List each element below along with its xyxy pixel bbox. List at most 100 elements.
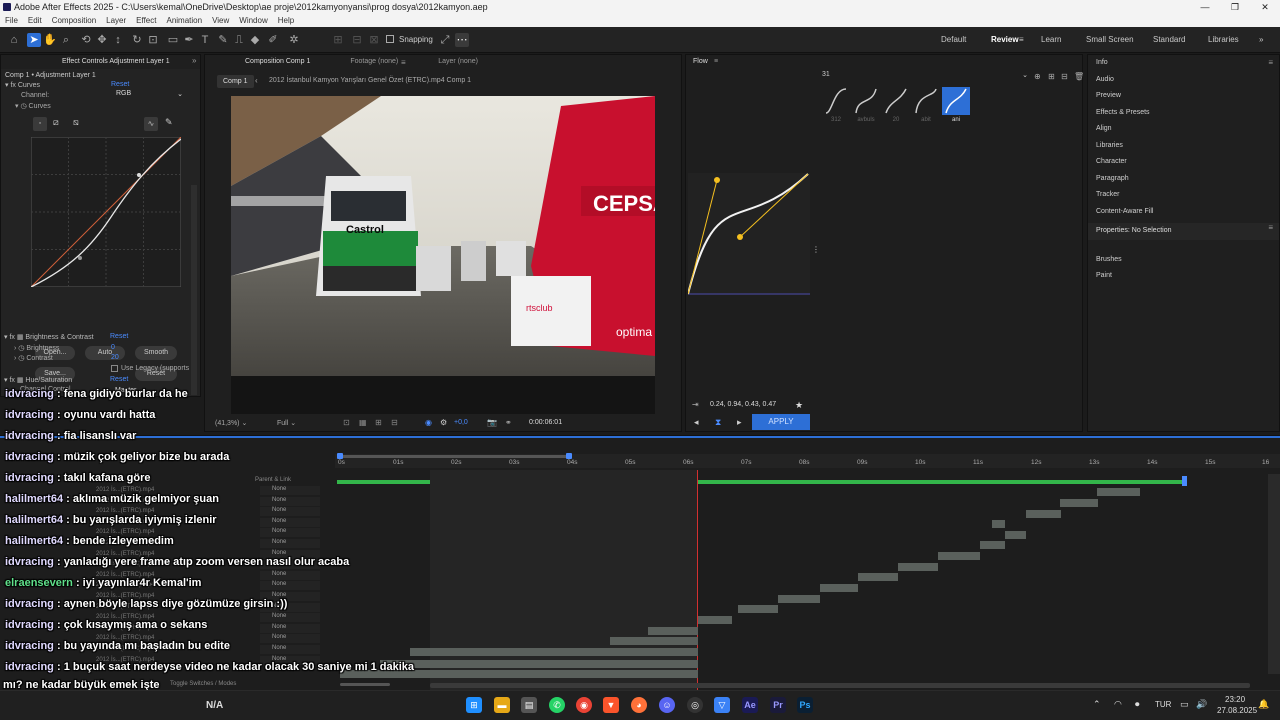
right-panel-menu-icon[interactable]: ≡	[1268, 58, 1273, 67]
flow-preset-selected[interactable]: ani	[942, 87, 970, 123]
premiere-pro-icon[interactable]: Pr	[770, 697, 786, 713]
clip-bar[interactable]	[648, 627, 698, 635]
flow-preset[interactable]: avbuls	[852, 87, 880, 123]
properties-menu-icon[interactable]: ≡	[1268, 223, 1273, 232]
clip-bar[interactable]	[778, 595, 820, 603]
dolly-tool-icon[interactable]: ↕	[111, 33, 125, 47]
panel-align[interactable]: Align	[1088, 121, 1279, 138]
workspace-more-icon[interactable]: »	[1259, 35, 1263, 44]
flow-folder-icon[interactable]: ⊞	[1048, 72, 1055, 81]
use-legacy-checkbox[interactable]	[111, 365, 118, 372]
menu-help[interactable]: Help	[278, 14, 294, 27]
flow-preset[interactable]: 20	[882, 87, 910, 123]
exposure-value[interactable]: +0,0	[454, 419, 468, 426]
panel-info[interactable]: Info	[1088, 55, 1279, 72]
timeline-horizontal-scrollbar[interactable]	[430, 683, 1250, 688]
channel-dropdown[interactable]: RGB ⌄	[116, 90, 186, 100]
panel-content-aware-fill[interactable]: Content-Aware Fill	[1088, 204, 1279, 221]
flow-preset[interactable]: abit	[912, 87, 940, 123]
breadcrumb-comp[interactable]: Comp 1	[217, 75, 254, 88]
hue-effect-header[interactable]: ▾ fx ▦ Hue/Saturation	[4, 376, 72, 384]
panel-brushes[interactable]: Brushes	[1088, 252, 1279, 269]
breadcrumb-nested-comp[interactable]: 2012 İstanbul Kamyon Yarışları Genel Öze…	[269, 77, 471, 84]
clip-bar[interactable]	[610, 637, 698, 645]
start-menu-icon[interactable]: ⊞	[466, 697, 482, 713]
selection-tool-icon[interactable]: ➤	[27, 33, 41, 47]
snap-grid-icon[interactable]: ⋯	[455, 33, 469, 47]
flow-copy-icon[interactable]: ⇥	[692, 400, 699, 409]
curve-draw-icon[interactable]: ✎	[165, 117, 173, 128]
menu-composition[interactable]: Composition	[52, 14, 96, 27]
clip-bar[interactable]	[698, 616, 732, 624]
file-explorer-icon[interactable]: ▬	[494, 697, 510, 713]
panel-menu-icon[interactable]: ≡	[401, 58, 406, 67]
menu-animation[interactable]: Animation	[166, 14, 202, 27]
curves-reset-link[interactable]: Reset	[111, 81, 129, 88]
roto-brush-tool-icon[interactable]: ✐	[266, 33, 280, 47]
brave-icon[interactable]: ▼	[603, 697, 619, 713]
pan-behind-tool-icon[interactable]: ⊡	[146, 33, 160, 47]
workspace-review[interactable]: Review	[991, 35, 1019, 44]
clip-bar[interactable]	[820, 584, 858, 592]
snap-option-icon[interactable]: ⤢	[438, 33, 452, 47]
exposure-icon[interactable]: ⚙	[440, 418, 447, 427]
panel-libraries[interactable]: Libraries	[1088, 138, 1279, 155]
rotate-tool-icon[interactable]: ↻	[130, 33, 144, 47]
clip-bar[interactable]	[1060, 499, 1098, 507]
app-icon[interactable]: ▽	[714, 697, 730, 713]
menu-edit[interactable]: Edit	[28, 14, 42, 27]
panel-paint[interactable]: Paint	[1088, 268, 1279, 285]
flow-panel-menu-icon[interactable]: ≡	[714, 58, 718, 65]
flow-apply-button[interactable]: APPLY	[752, 414, 810, 430]
curve-edit-icon[interactable]: ⧄	[53, 117, 59, 128]
flow-more-icon[interactable]: ⋮	[812, 245, 820, 254]
whatsapp-icon[interactable]: ✆	[549, 697, 565, 713]
home-icon[interactable]: ⌂	[7, 33, 21, 47]
pan-tool-icon[interactable]: ✥	[95, 33, 109, 47]
current-timecode[interactable]: 0:00:06:01	[529, 419, 562, 426]
flow-next-icon[interactable]: ▸	[737, 417, 742, 428]
snapshot-icon[interactable]: 📷	[487, 418, 497, 427]
panel-character[interactable]: Character	[1088, 154, 1279, 171]
chrome-icon[interactable]: ◉	[576, 697, 592, 713]
flow-preset-dropdown[interactable]: 31 ⌄	[822, 71, 1028, 83]
curves-effect-header[interactable]: ▾ fx Curves	[5, 81, 40, 89]
notification-icon[interactable]: 🔔	[1258, 699, 1269, 710]
curve-bezier-icon[interactable]: ∿	[144, 117, 158, 131]
clip-bar[interactable]	[1026, 510, 1061, 518]
tray-overflow-icon[interactable]: ⌃	[1093, 699, 1101, 710]
type-tool-icon[interactable]: T	[198, 33, 212, 47]
workspace-libraries[interactable]: Libraries	[1208, 35, 1239, 44]
contrast-value[interactable]: 20	[111, 354, 119, 361]
clip-bar[interactable]	[858, 573, 898, 581]
panel-tracker[interactable]: Tracker	[1088, 187, 1279, 204]
clip-bar[interactable]	[1097, 488, 1140, 496]
bc-reset-link[interactable]: Reset	[110, 333, 128, 340]
microphone-icon[interactable]: ⏺	[1135, 699, 1140, 710]
curve-pencil-icon[interactable]: ⧅	[73, 117, 79, 128]
menu-file[interactable]: File	[5, 14, 18, 27]
workspace-menu-icon[interactable]: ≡	[1019, 35, 1024, 44]
effect-controls-tab[interactable]: Effect Controls Adjustment Layer 1	[7, 55, 170, 69]
brightness-value[interactable]: 0	[111, 344, 115, 351]
clip-bar[interactable]	[1005, 531, 1026, 539]
footage-tab[interactable]: Footage (none)	[350, 55, 398, 69]
menu-view[interactable]: View	[212, 14, 229, 27]
panel-paragraph[interactable]: Paragraph	[1088, 171, 1279, 188]
rectangle-tool-icon[interactable]: ▭	[166, 33, 180, 47]
clock-date[interactable]: 27.08.2025	[1217, 706, 1257, 715]
volume-icon[interactable]: 🔊	[1196, 699, 1207, 710]
flow-curve-editor[interactable]	[688, 173, 810, 295]
layer-out-point-handle[interactable]	[1182, 476, 1187, 486]
panel-preview[interactable]: Preview	[1088, 88, 1279, 105]
clip-bar[interactable]	[980, 541, 1005, 549]
workspace-standard[interactable]: Standard	[1153, 35, 1185, 44]
workspace-default[interactable]: Default	[941, 35, 966, 44]
composition-viewer[interactable]: CEPSA rtsclub optima Castrol	[231, 96, 655, 414]
eraser-tool-icon[interactable]: ◆	[248, 33, 262, 47]
puppet-tool-icon[interactable]: ✲	[287, 33, 301, 47]
minimize-button[interactable]: —	[1190, 0, 1220, 14]
workspace-learn[interactable]: Learn	[1041, 35, 1061, 44]
photoshop-icon[interactable]: Ps	[797, 697, 813, 713]
effect-controls-scrollbar[interactable]	[191, 185, 197, 395]
